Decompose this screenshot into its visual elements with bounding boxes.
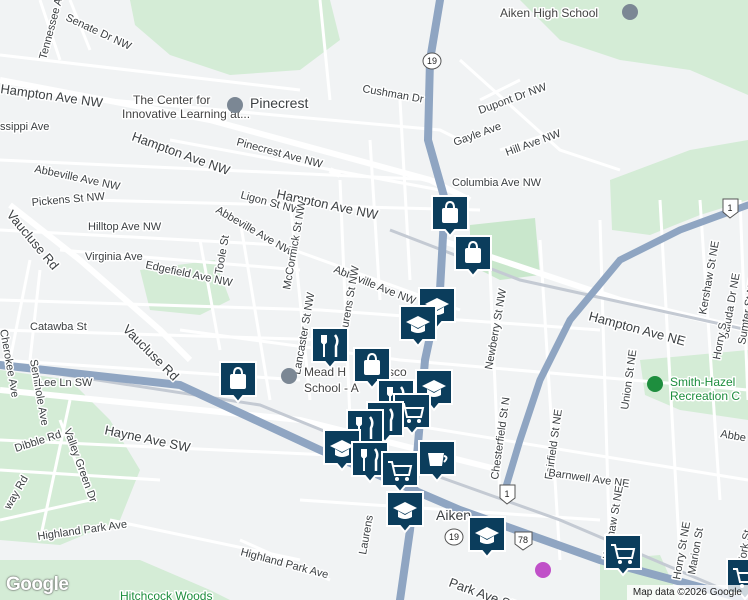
google-logo: Google — [6, 574, 69, 595]
shopping-bag-marker[interactable] — [431, 195, 469, 238]
svg-text:1: 1 — [504, 489, 509, 499]
school-poi-icon — [622, 4, 638, 20]
place-label: Pinecrest — [250, 95, 308, 111]
school-marker[interactable] — [399, 305, 437, 348]
school-marker[interactable] — [468, 516, 506, 559]
place-label: Hitchcock Woods — [120, 589, 212, 600]
place-label: The Center for — [133, 93, 210, 107]
svg-text:78: 78 — [518, 535, 528, 545]
place-label: Recreation C — [670, 389, 740, 403]
street-label: Hilltop Ave NW — [88, 221, 162, 233]
place-label: Aiken High School — [500, 6, 598, 20]
place-label: Mead H — [304, 365, 346, 379]
grocery-cart-marker[interactable] — [381, 451, 419, 494]
route-19-shield: 19 — [422, 52, 442, 70]
street-label: Columbia Ave NW — [452, 177, 542, 189]
school-poi-icon — [227, 97, 243, 113]
photo-poi-icon[interactable] — [535, 562, 551, 578]
route-19-shield: 19 — [444, 528, 464, 546]
shopping-bag-marker[interactable] — [219, 361, 257, 404]
place-label: School - A — [304, 381, 359, 395]
map-canvas[interactable]: 19 1 1 19 78 Aiken High School Senate Dr… — [0, 0, 748, 600]
place-label: Aiken — [436, 507, 471, 523]
school-marker[interactable] — [386, 491, 424, 534]
place-label: Smith-Hazel — [670, 375, 735, 389]
shopping-bag-marker[interactable] — [454, 235, 492, 278]
svg-text:1: 1 — [727, 203, 732, 213]
street-label: Virginia Ave — [85, 251, 143, 263]
park-poi-icon — [647, 376, 663, 392]
grocery-cart-marker[interactable] — [604, 534, 642, 577]
school-poi-icon — [281, 368, 297, 384]
street-label: Catawba St — [30, 321, 87, 333]
restaurant-marker[interactable] — [311, 327, 349, 370]
street-label: Lee Ln SW — [38, 377, 93, 389]
cafe-marker[interactable] — [418, 440, 456, 483]
map-attribution[interactable]: Map data ©2026 Google — [626, 585, 748, 600]
svg-text:19: 19 — [449, 532, 459, 542]
svg-text:19: 19 — [427, 56, 437, 66]
street-label: ssippi Ave — [0, 121, 49, 133]
